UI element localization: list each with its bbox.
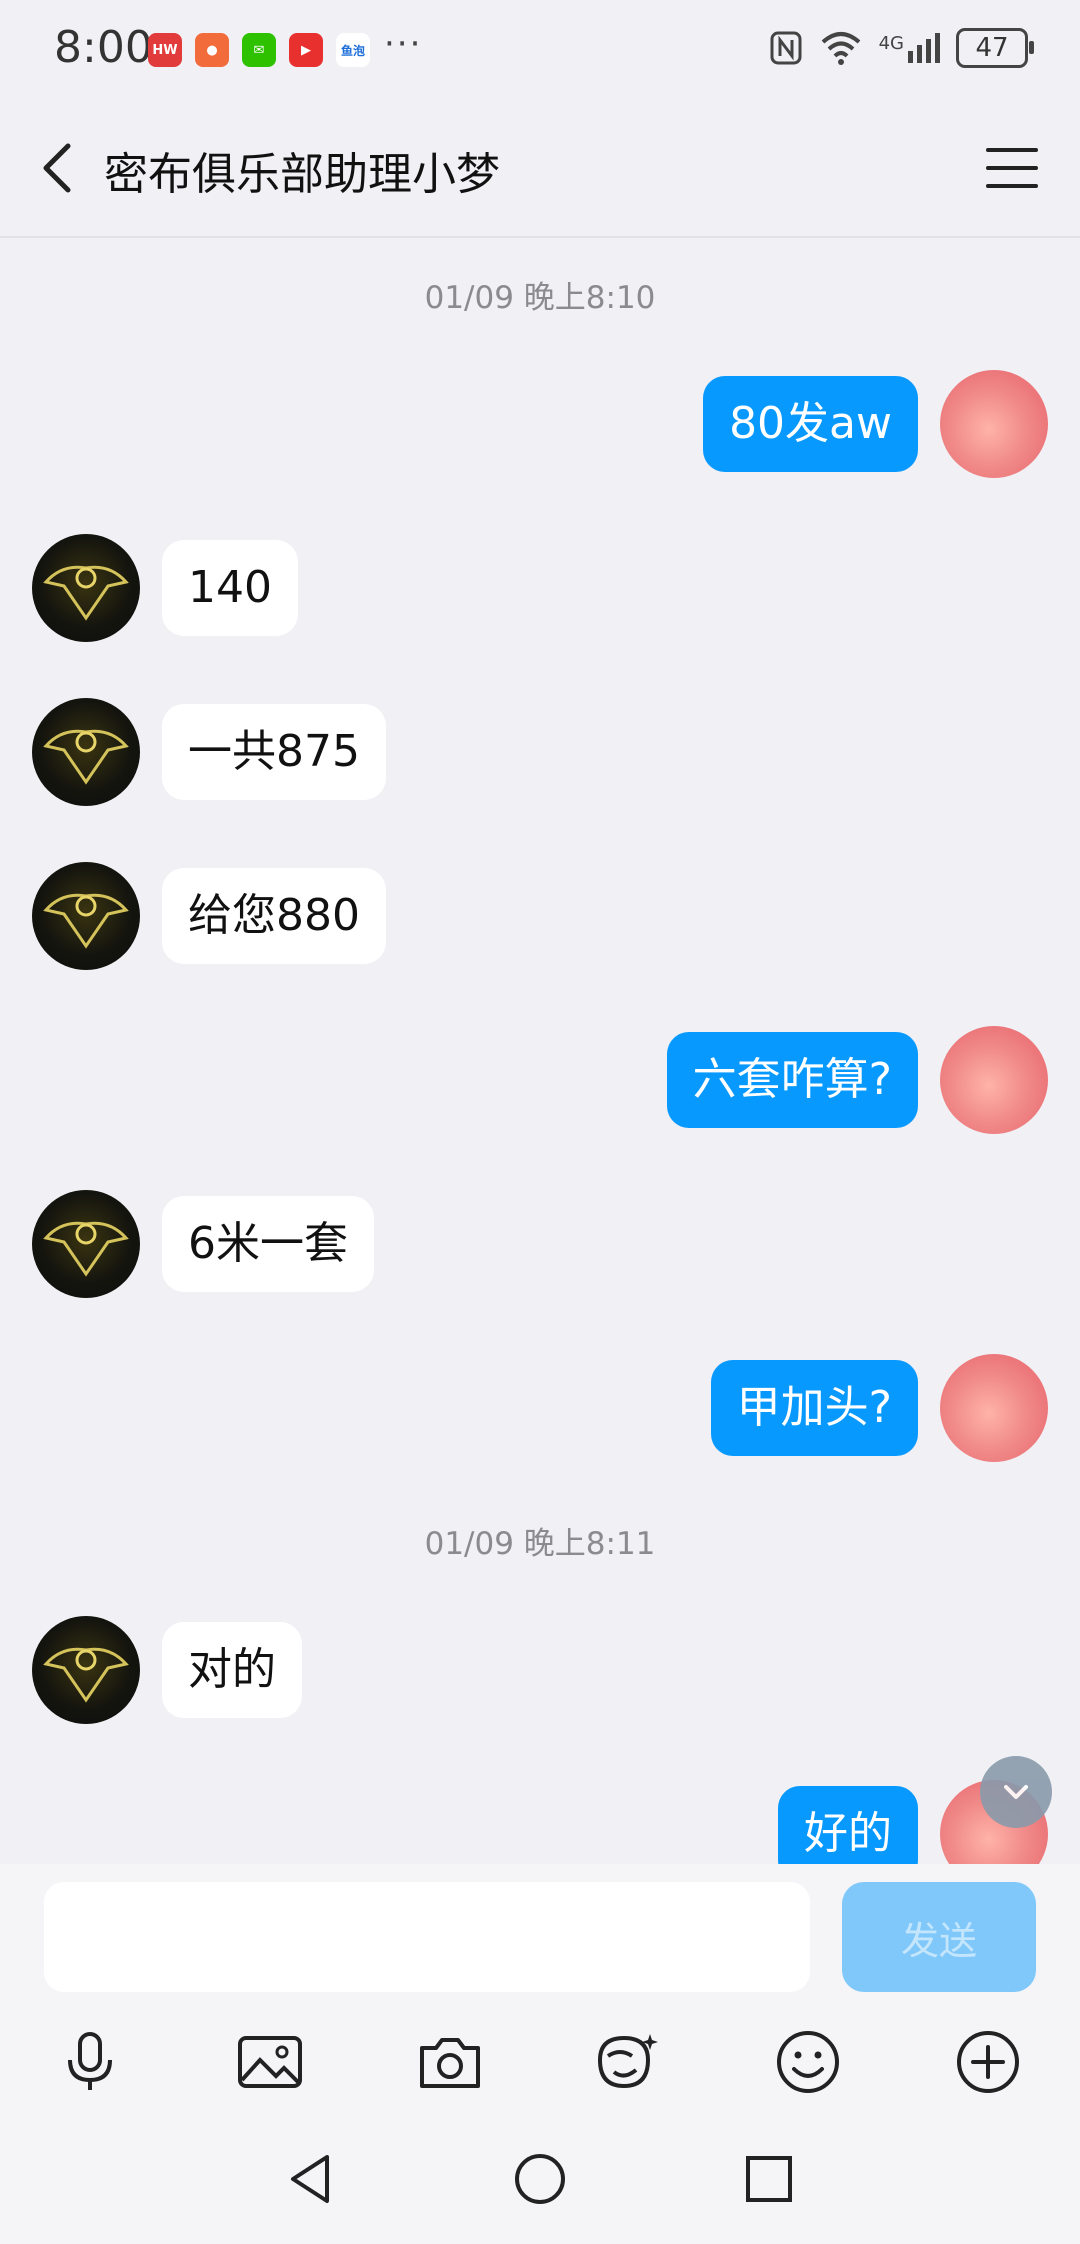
microphone-icon [68, 2032, 112, 2090]
nav-home-button[interactable] [505, 2144, 575, 2214]
emoji-icon [777, 2031, 839, 2093]
circle-home-icon [515, 2154, 565, 2204]
message-timestamp: 01/09 晚上8:10 [424, 280, 656, 316]
cell-signal-icon: 4G [879, 33, 940, 63]
message-row-incoming: 给您880 [32, 862, 386, 970]
square-recents-icon [746, 2156, 792, 2202]
triangle-back-icon [291, 2155, 329, 2203]
message-row-incoming: 对的 [32, 1616, 302, 1724]
notification-icons: HW ● ✉ ▶ 鱼泡 [148, 33, 370, 67]
voice-button[interactable] [54, 2026, 126, 2098]
menu-icon[interactable] [984, 144, 1040, 192]
message-row-outgoing: 80发aw [703, 370, 1048, 478]
avatar[interactable] [940, 370, 1048, 478]
avatar[interactable] [32, 1616, 140, 1724]
message-input-bar: 发送 [0, 1864, 1080, 2010]
scroll-to-bottom-button[interactable] [980, 1756, 1052, 1828]
message-bubble[interactable]: 一共875 [162, 703, 386, 801]
message-bubble[interactable]: 80发aw [703, 375, 918, 473]
huawei-app-icon: HW [148, 33, 182, 67]
wifi-icon [821, 32, 860, 65]
avatar[interactable] [32, 1190, 140, 1298]
sticker-button[interactable] [590, 2026, 662, 2098]
message-bubble[interactable]: 140 [162, 539, 298, 637]
battery-level: 47 [975, 33, 1009, 63]
orange-app-icon: ● [195, 33, 229, 67]
message-list[interactable]: 01/09 晚上8:10 80发aw 140 一共875 给您880 六套咋算?… [0, 236, 1080, 1864]
message-bubble[interactable]: 好的 [778, 1785, 918, 1864]
message-bubble[interactable]: 六套咋算? [666, 1031, 918, 1129]
sticker-icon [597, 2034, 658, 2089]
message-row-outgoing: 六套咋算? [666, 1026, 1048, 1134]
chevron-down-icon [1004, 1785, 1028, 1799]
avatar[interactable] [32, 862, 140, 970]
image-button[interactable] [234, 2026, 306, 2098]
club-logo-icon [43, 1647, 129, 1703]
plus-icon [957, 2031, 1019, 2093]
avatar[interactable] [32, 698, 140, 806]
video-app-icon: ▶ [289, 33, 323, 67]
status-time: 8:00 [54, 22, 153, 73]
message-timestamp: 01/09 晚上8:11 [424, 1526, 656, 1562]
more-notifications: ··· [384, 24, 423, 64]
club-logo-icon [43, 1221, 129, 1277]
more-button[interactable] [952, 2026, 1024, 2098]
camera-icon [420, 2038, 480, 2088]
emoji-button[interactable] [772, 2026, 844, 2098]
input-toolbar [0, 2010, 1080, 2114]
message-row-incoming: 140 [32, 534, 298, 642]
status-bar: 8:00 HW ● ✉ ▶ 鱼泡 ··· 4G 47 [0, 0, 1080, 100]
send-button[interactable]: 发送 [842, 1882, 1036, 1992]
status-right-icons: 4G 47 [769, 28, 1034, 68]
message-row-incoming: 6米一套 [32, 1190, 374, 1298]
wechat-icon: ✉ [242, 33, 276, 67]
message-row-incoming: 一共875 [32, 698, 386, 806]
battery-icon: 47 [956, 28, 1034, 68]
camera-button[interactable] [414, 2026, 486, 2098]
avatar[interactable] [940, 1026, 1048, 1134]
nav-back-button[interactable] [276, 2144, 346, 2214]
network-type-label: 4G [878, 33, 904, 54]
chat-title: 密布俱乐部助理小梦 [104, 149, 500, 200]
avatar[interactable] [940, 1354, 1048, 1462]
system-nav-bar [0, 2114, 1080, 2244]
avatar[interactable] [32, 534, 140, 642]
chat-header: 密布俱乐部助理小梦 [0, 100, 1080, 238]
message-bubble[interactable]: 给您880 [162, 867, 386, 965]
club-logo-icon [43, 565, 129, 621]
club-logo-icon [43, 729, 129, 785]
image-icon [238, 2036, 302, 2088]
message-bubble[interactable]: 6米一套 [162, 1195, 374, 1293]
club-logo-icon [43, 893, 129, 949]
yupao-app-icon: 鱼泡 [336, 33, 370, 67]
message-row-outgoing: 甲加头? [710, 1354, 1048, 1462]
nav-recents-button[interactable] [734, 2144, 804, 2214]
message-bubble[interactable]: 对的 [162, 1621, 302, 1719]
message-input[interactable] [44, 1882, 810, 1992]
back-icon[interactable] [30, 136, 90, 200]
nfc-icon [770, 31, 802, 65]
message-bubble[interactable]: 甲加头? [710, 1359, 918, 1457]
